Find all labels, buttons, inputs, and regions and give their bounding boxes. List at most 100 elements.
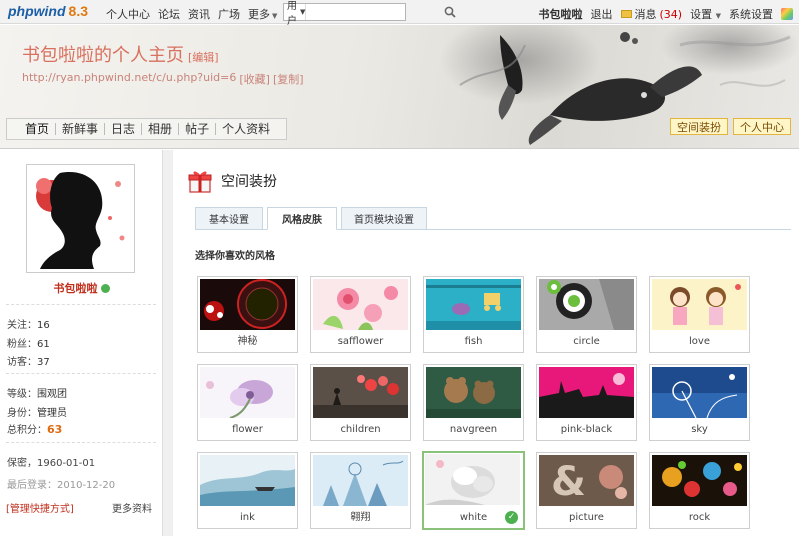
profile-username-text: 书包啦啦 (53, 282, 98, 295)
phpwind-logo[interactable]: phpwind 8.3 (8, 3, 88, 19)
top-right-links: 书包啦啦 退出 消息 (34) 设置 ▼ 系统设置 (539, 6, 793, 22)
search-box: 用户 ▼ (283, 1, 457, 27)
divider (6, 442, 156, 443)
search-input[interactable] (306, 4, 445, 20)
skin-thumbnail-flower (200, 367, 295, 418)
top-nav-more[interactable]: 更多 ▼ (248, 6, 277, 22)
skin-label: ink (240, 512, 255, 523)
mail-icon (620, 10, 632, 18)
skin-thumbnail-picture: & (539, 455, 634, 506)
identity-info: 身份：管理员 (7, 404, 67, 419)
birthday-info: 保密，1960-01-01 (7, 454, 95, 469)
main-content: 空间装扮 基本设置 风格皮肤 首页模块设置 选择你喜欢的风格 神秘 safflo… (173, 150, 799, 536)
level-label: 等级： (7, 389, 37, 400)
skin-option[interactable]: sky (649, 364, 750, 441)
messages-link[interactable]: 消息 (34) (620, 6, 682, 22)
home-url[interactable]: http://ryan.phpwind.net/c/u.php?uid=6 (22, 71, 236, 87)
avatar-image (30, 168, 131, 269)
gift-icon (188, 171, 212, 193)
skin-option[interactable]: 神秘 (197, 276, 298, 353)
skin-label: pink-black (560, 424, 613, 435)
divider (6, 304, 156, 305)
skin-label: 神秘 (237, 336, 258, 347)
app-grid-icon[interactable] (781, 8, 793, 20)
visitors-count: 37 (37, 357, 50, 368)
skin-option[interactable]: rock (649, 452, 750, 529)
nav-profile[interactable]: 个人资料 (215, 123, 276, 135)
skin-option[interactable]: safflower (310, 276, 411, 353)
level-info: 等级：围观团 (7, 385, 67, 400)
skin-label: love (689, 336, 710, 347)
top-bar: phpwind 8.3 个人中心 论坛 资讯 广场 更多 ▼ 用户 ▼ 书包啦啦 退… (0, 0, 799, 27)
tab-home-modules[interactable]: 首页模块设置 (341, 207, 427, 230)
skin-option[interactable]: love (649, 276, 750, 353)
avatar[interactable] (26, 164, 135, 273)
points-value: 63 (47, 423, 63, 436)
personal-center-button[interactable]: 个人中心 (733, 118, 791, 135)
settings-label: 设置 (690, 8, 713, 21)
fans-count: 61 (37, 339, 50, 350)
home-title-text: 书包啦啦的个人主页 (22, 45, 184, 66)
skin-option[interactable]: & picture (536, 452, 637, 529)
space-decorate-button[interactable]: 空间装扮 (670, 118, 728, 135)
skin-option[interactable]: children (310, 364, 411, 441)
settings-menu[interactable]: 设置 ▼ (690, 6, 721, 22)
last-login-value: 2010-12-20 (57, 480, 116, 491)
top-nav-more-label: 更多 (248, 8, 270, 21)
skin-option[interactable]: 翱翔 (310, 452, 411, 529)
skin-option[interactable]: circle (536, 276, 637, 353)
level-value: 围观团 (37, 389, 67, 400)
nav-blog[interactable]: 日志 (104, 123, 141, 135)
skin-label: 翱翔 (350, 512, 371, 523)
follow-count: 16 (37, 320, 50, 331)
skin-label: navgreen (449, 424, 498, 435)
skin-option[interactable]: navgreen (423, 364, 524, 441)
chevron-down-icon: ▼ (300, 8, 306, 16)
skin-option-selected[interactable]: white ✓ (422, 451, 525, 530)
system-settings-link[interactable]: 系统设置 (729, 6, 773, 22)
skin-thumbnail-safflower (313, 279, 408, 330)
tab-basic-settings[interactable]: 基本设置 (195, 207, 263, 230)
secret-label: 保密 (7, 458, 27, 469)
divider (6, 373, 156, 374)
skin-option[interactable]: flower (197, 364, 298, 441)
manage-shortcuts-link[interactable]: [管理快捷方式] (6, 500, 74, 515)
top-nav-square[interactable]: 广场 (218, 6, 240, 22)
skin-thumbnail-fish (426, 279, 521, 330)
skin-label: children (340, 424, 381, 435)
top-nav-personal-center[interactable]: 个人中心 (106, 6, 150, 22)
nav-fresh[interactable]: 新鲜事 (55, 123, 104, 135)
search-type-label: 用户 (287, 1, 297, 27)
bookmark-link[interactable]: [收藏] (239, 71, 270, 87)
visitors-stat[interactable]: 访客：37 (7, 353, 50, 368)
edit-title-link[interactable]: [编辑] (188, 49, 219, 65)
skin-label: safflower (337, 336, 384, 347)
skin-option[interactable]: pink-black (536, 364, 637, 441)
tab-style-skin[interactable]: 风格皮肤 (267, 207, 337, 230)
follow-stat[interactable]: 关注：16 (7, 316, 50, 331)
profile-username[interactable]: 书包啦啦 (0, 280, 163, 296)
skin-thumbnail-rock (652, 455, 747, 506)
more-profile-link[interactable]: 更多资料 (112, 500, 152, 515)
skin-option[interactable]: ink (197, 452, 298, 529)
username-link[interactable]: 书包啦啦 (539, 6, 583, 22)
top-nav-news[interactable]: 资讯 (188, 6, 210, 22)
search-type-select[interactable]: 用户 ▼ (284, 1, 307, 27)
search-icon[interactable] (444, 4, 457, 20)
online-status-icon (100, 284, 110, 293)
skin-thumbnail-pink-black (539, 367, 634, 418)
top-nav-forum[interactable]: 论坛 (158, 6, 180, 22)
last-login-info: 最后登录：2010-12-20 (7, 476, 115, 491)
nav-posts[interactable]: 帖子 (178, 123, 215, 135)
fans-stat[interactable]: 粉丝：61 (7, 335, 50, 350)
nav-home[interactable]: 首页 (17, 123, 55, 135)
points-label: 总积分： (7, 425, 47, 436)
settings-tabs: 基本设置 风格皮肤 首页模块设置 (195, 207, 791, 230)
profile-nav: 首页 新鲜事 日志 相册 帖子 个人资料 (6, 118, 288, 140)
messages-label: 消息 (634, 8, 657, 21)
skin-option[interactable]: fish (423, 276, 524, 353)
copy-link[interactable]: [复制] (273, 71, 304, 87)
nav-album[interactable]: 相册 (141, 123, 178, 135)
logout-link[interactable]: 退出 (591, 6, 613, 22)
skin-thumbnail-white (425, 454, 520, 505)
